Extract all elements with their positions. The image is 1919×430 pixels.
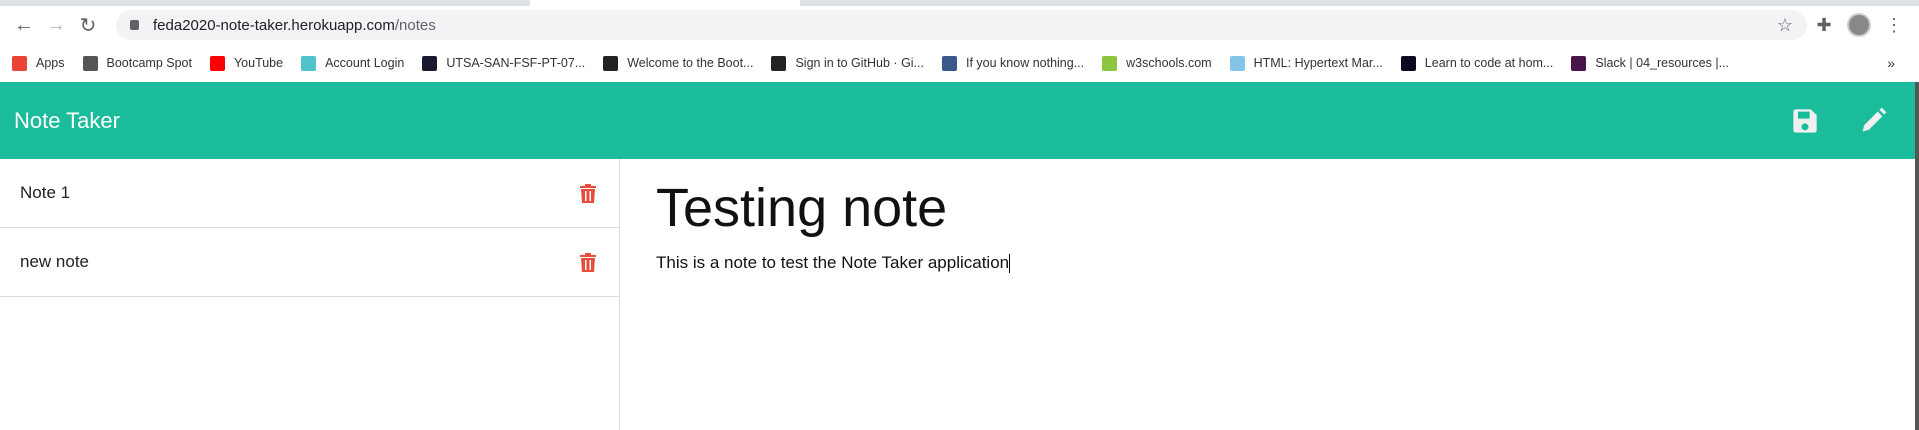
bookmark-favicon-icon (209, 55, 225, 71)
bookmark-favicon-icon (1400, 55, 1416, 71)
bookmark-favicon-icon (603, 55, 619, 71)
browser-toolbar: ← → ↻ feda2020-note-taker.herokuapp.com /… (0, 6, 1919, 44)
notes-list: Note 1 new note (0, 159, 620, 430)
bookmark-favicon-icon (942, 55, 957, 71)
profile-avatar[interactable] (1847, 13, 1871, 37)
bookmark-item[interactable]: Bootcamp Spot (82, 55, 192, 71)
note-item-title: Note 1 (20, 183, 71, 202)
note-title-input[interactable]: Testing note (656, 177, 1909, 239)
note-text-input[interactable]: This is a note to test the Note Taker ap… (656, 253, 1909, 274)
bookmark-label: UTSA-SAN-FSF-PT-07... (446, 56, 586, 70)
bookmark-label: YouTube (233, 56, 284, 70)
bookmark-label: If you know nothing... (966, 56, 1085, 70)
bookmark-label: Slack | 04_resources |... (1595, 56, 1729, 70)
bookmark-item[interactable]: Account Login (301, 55, 405, 71)
bookmark-favicon-icon (771, 55, 787, 71)
url-path: /notes (394, 16, 436, 34)
bookmark-label: Account Login (325, 56, 405, 70)
bookmark-favicon-icon (1229, 55, 1245, 71)
bookmark-favicon-icon (1571, 55, 1587, 71)
bookmark-label: Learn to code at hom... (1424, 56, 1554, 70)
bookmark-item[interactable]: YouTube (209, 55, 284, 71)
bookmark-favicon-icon (301, 55, 317, 71)
bookmark-item[interactable]: Slack | 04_resources |... (1571, 55, 1729, 71)
bookmark-item[interactable]: Welcome to the Boot... (603, 55, 754, 71)
extensions-icon[interactable]: ✚ (1807, 15, 1841, 36)
reload-icon[interactable]: ↻ (72, 13, 104, 38)
trash-icon[interactable] (579, 252, 597, 272)
pencil-icon[interactable] (1859, 107, 1887, 135)
bookmark-item[interactable]: Learn to code at hom... (1400, 55, 1554, 71)
bookmark-favicon-icon (82, 55, 98, 71)
bookmark-item[interactable]: Sign in to GitHub · Gi... (771, 55, 924, 71)
back-icon[interactable]: ← (8, 14, 40, 37)
bookmark-favicon-icon (422, 55, 438, 71)
app-brand[interactable]: Note Taker (14, 108, 120, 134)
bookmark-label: Apps (36, 56, 65, 70)
bookmark-item[interactable]: If you know nothing... (942, 55, 1085, 71)
bookmark-item[interactable]: UTSA-SAN-FSF-PT-07... (422, 55, 586, 71)
bookmark-label: Bootcamp Spot (106, 56, 192, 70)
star-icon[interactable]: ☆ (1777, 15, 1793, 36)
lock-icon (130, 20, 139, 30)
url-host: feda2020-note-taker.herokuapp.com (153, 16, 395, 34)
note-editor: Testing note This is a note to test the … (656, 159, 1909, 274)
bookmarks-bar: Apps Bootcamp Spot YouTube Account Login UTS… (0, 44, 1919, 82)
tab-strip (0, 0, 1919, 6)
bookmark-favicon-icon (1102, 55, 1118, 71)
save-icon[interactable] (1791, 107, 1819, 135)
note-list-item[interactable]: new note (0, 228, 619, 297)
menu-icon[interactable]: ⋮ (1877, 15, 1911, 36)
bookmark-label: w3schools.com (1126, 56, 1212, 70)
note-item-title: new note (20, 252, 89, 271)
active-tab[interactable] (530, 0, 800, 6)
bookmark-item[interactable]: w3schools.com (1102, 55, 1212, 71)
window-edge (1915, 82, 1919, 430)
app-navbar: Note Taker (0, 82, 1915, 159)
address-bar[interactable]: feda2020-note-taker.herokuapp.com/notes … (116, 10, 1807, 40)
trash-icon[interactable] (579, 183, 597, 203)
bookmark-item[interactable]: HTML: Hypertext Mar... (1229, 55, 1383, 71)
text-caret (1009, 254, 1011, 274)
bookmark-item[interactable]: Apps (12, 55, 65, 71)
forward-icon[interactable]: → (40, 14, 72, 37)
bookmark-favicon-icon (12, 55, 27, 71)
bookmark-label: HTML: Hypertext Mar... (1253, 56, 1383, 70)
note-text: This is a note to test the Note Taker ap… (656, 253, 1010, 272)
bookmark-label: Welcome to the Boot... (627, 56, 754, 70)
bookmark-label: Sign in to GitHub · Gi... (795, 56, 924, 70)
note-list-item[interactable]: Note 1 (0, 159, 619, 228)
more-bookmarks-button[interactable]: » (1887, 55, 1895, 71)
